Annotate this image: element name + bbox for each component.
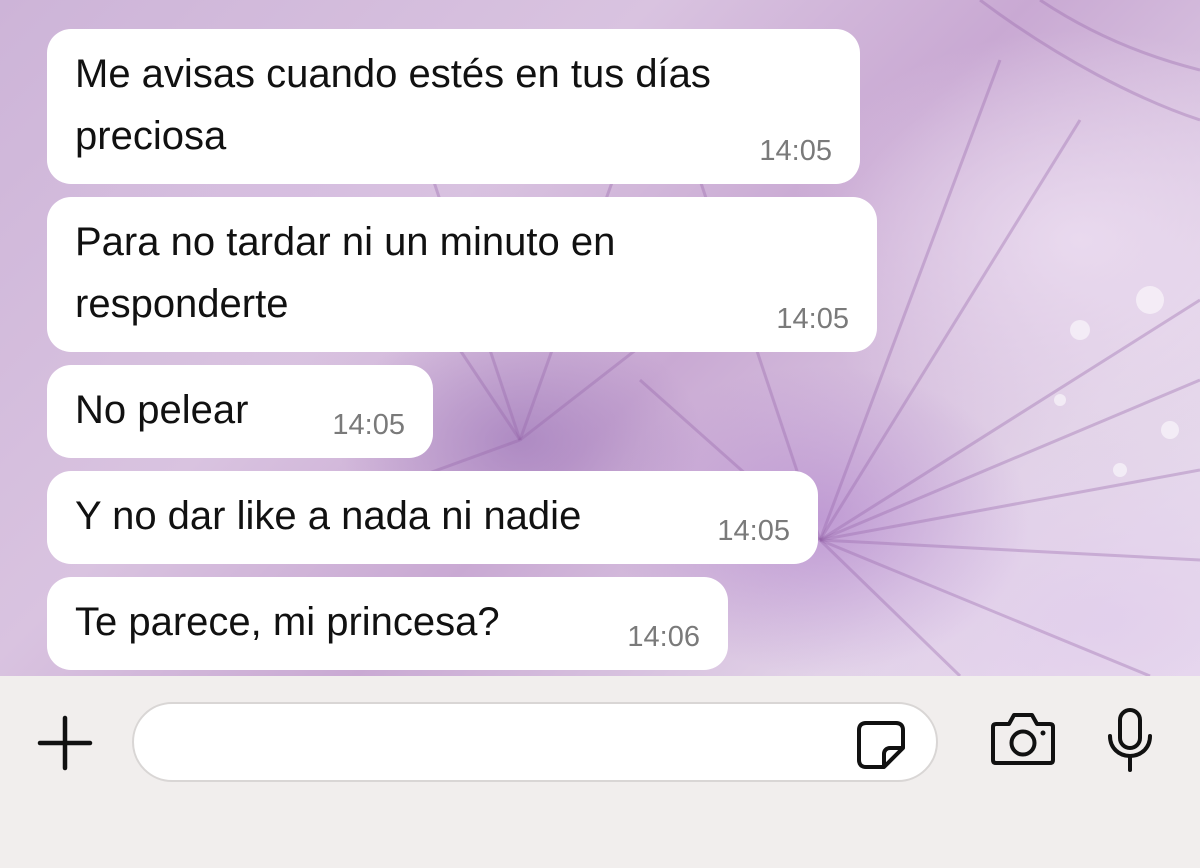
message-text-line: Y no dar like a nada ni nadie [75, 494, 582, 538]
sticker-icon[interactable] [854, 718, 908, 772]
message-timestamp: 14:05 [717, 515, 790, 547]
message-bubble[interactable]: Para no tardar ni un minuto en responder… [47, 197, 877, 352]
microphone-icon[interactable] [1104, 706, 1156, 774]
message-text-line: Para no tardar ni un minuto en [75, 220, 616, 264]
message-text-input[interactable] [158, 716, 842, 770]
plus-icon[interactable] [36, 714, 94, 772]
message-timestamp: 14:05 [776, 303, 849, 335]
message-bubble[interactable]: Te parece, mi princesa? 14:06 [47, 577, 728, 670]
message-text-line: Te parece, mi princesa? [75, 600, 500, 644]
message-text-line: responderte [75, 282, 289, 326]
message-text-line: preciosa [75, 114, 227, 158]
message-input-bar [0, 676, 1200, 868]
message-timestamp: 14:05 [332, 409, 405, 441]
camera-icon[interactable] [990, 710, 1056, 766]
chat-wallpaper: Me avisas cuando estés en tus días preci… [0, 0, 1200, 676]
message-timestamp: 14:05 [759, 135, 832, 167]
message-bubble[interactable]: Me avisas cuando estés en tus días preci… [47, 29, 860, 184]
message-timestamp: 14:06 [627, 621, 700, 653]
message-text-line: Me avisas cuando estés en tus días [75, 52, 711, 96]
message-bubble[interactable]: Y no dar like a nada ni nadie 14:05 [47, 471, 818, 564]
message-input[interactable] [132, 702, 938, 782]
message-text-line: No pelear [75, 388, 249, 432]
message-bubble[interactable]: No pelear 14:05 [47, 365, 433, 458]
